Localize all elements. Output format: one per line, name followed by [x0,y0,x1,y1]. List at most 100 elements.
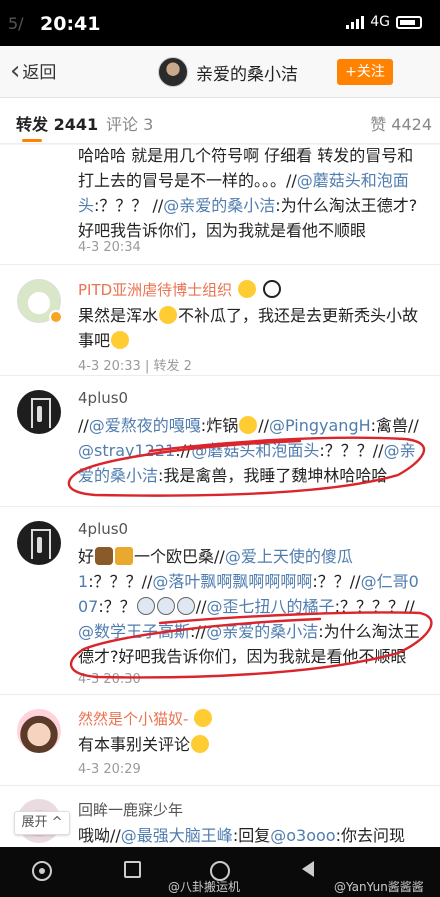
face-emoji-icon [136,597,155,615]
tab-repost-count: 2441 [53,115,99,134]
status-ghost-text: 5/ [8,14,24,33]
active-tab-indicator [22,139,42,142]
post-text: :炸锅 [200,416,239,435]
post-text: :你去问现 [335,826,405,845]
shock-emoji-icon [239,416,258,434]
username[interactable]: 然然是个小猫奴- [78,708,213,729]
post-text: :？？？// [319,441,384,460]
post-text: 哦呦// [78,826,121,845]
username[interactable]: 4plus0 [78,389,128,407]
tab-comment[interactable]: 评论 3 [106,111,153,135]
grin-emoji-icon [191,735,210,753]
post-body: 好一个欧巴桑//@爱上天使的傻瓜1:？？？//@落叶飘啊飘啊啊啊啊:？？//@仁… [78,544,426,669]
laugh-emoji-icon [159,306,178,324]
avatar[interactable] [17,521,61,565]
post-text: // [78,416,89,435]
status-time: 20:41 [40,13,101,35]
unfold-label: 展开 [21,815,48,830]
list-item: PITD亚洲虐待博士组织 果然是浑水 不补瓜了，我还是去更新秃头小故事吧 4-3 … [0,266,440,376]
assistant-icon[interactable] [32,861,52,881]
beer-emoji-icon [115,547,134,565]
tab-bar: 转发 2441 评论 3 赞 4424 [0,98,440,144]
username[interactable]: 回眸一鹿寐少年 [78,799,183,820]
avatar[interactable] [17,390,61,434]
follow-button[interactable]: +关注 [337,59,393,85]
mention-link[interactable]: @PingyangH [269,416,371,435]
tab-like[interactable]: 赞 4424 [370,111,432,135]
avatar[interactable] [158,57,188,87]
verified-badge-icon [49,310,63,324]
back-button[interactable]: ‹ 返回 [10,55,57,86]
mention-link[interactable]: @歪七扭八的橘子 [207,597,335,616]
post-body: 哦呦//@最强大脑王峰:回复@o3ooo:你去问现 [78,823,426,847]
mention-link[interactable]: @蘑菇头和泡面头 [191,441,319,460]
post-text: 一个欧巴桑// [134,547,225,566]
battery-icon [396,15,422,29]
post-text: :// [175,441,192,460]
post-meta: 4-3 20:29 [78,762,141,777]
post-body: 哈哈哈 就是用几个符号啊 仔细看 转发的冒号和打上去的冒号是不一样的。。。//@… [78,145,426,243]
tab-repost-label: 转发 [16,115,49,134]
mention-link[interactable]: @stray1221 [78,441,175,460]
mention-link[interactable]: @亲爱的桑小洁 [206,622,318,641]
post-text: :禽兽// [370,416,419,435]
watermark-left: @八卦搬运机 [168,880,241,894]
username-text: 然然是个小猫奴- [78,710,189,728]
chevron-left-icon: ‹ [10,55,21,86]
username[interactable]: PITD亚洲虐待博士组织 [78,279,282,300]
post-text: :？？ [98,597,136,616]
nav-profile[interactable]: 亲爱的桑小洁 [158,57,298,87]
post-text: :// [190,622,207,641]
face-emoji-icon [176,597,195,615]
mention-link[interactable]: @落叶飘啊飘啊啊啊啊 [152,572,312,591]
post-text: :我是禽兽，我睡了魏坤林哈哈哈 [158,466,388,485]
post-body: 有本事别关评论 [78,732,426,757]
emoji-icon [237,280,256,298]
avatar[interactable] [17,709,61,753]
post-body: 果然是浑水 不补瓜了，我还是去更新秃头小故事吧 [78,303,426,353]
username-text: PITD亚洲虐待博士组织 [78,281,233,299]
status-icons: 4G [346,14,422,30]
post-body: //@爱熬夜的嘎嘎:炸锅//@PingyangH:禽兽//@stray1221:… [78,413,426,488]
post-text: :？？// [312,572,361,591]
post-text: 有本事别关评论 [78,735,191,754]
recents-icon[interactable] [124,861,141,878]
post-text: // [195,597,207,616]
status-bar: 5/ 20:41 4G [0,0,440,46]
emoji-icon [194,709,213,727]
post-text: :回复 [232,826,271,845]
watermark-right: @YanYun酱酱酱 [334,880,424,894]
mention-link[interactable]: @数学王子高斯 [78,622,190,641]
post-text: :？？？// [88,572,153,591]
list-item: 哈哈哈 就是用几个符号啊 仔细看 转发的冒号和打上去的冒号是不一样的。。。//@… [0,145,440,265]
cow-emoji-icon [95,547,114,565]
post-meta: 4-3 20:34 [78,240,141,255]
screen: 5/ 20:41 4G ‹ 返回 亲爱的桑小洁 +关注 转发 2441 评论 3… [0,0,440,897]
post-meta: 4-3 20:30 [78,672,141,687]
tab-repost[interactable]: 转发 2441 [16,111,98,135]
mention-link[interactable]: @o3ooo [270,826,335,845]
post-text: 果然是浑水 [78,306,159,325]
list-item: 然然是个小猫奴- 有本事别关评论 4-3 20:29 [0,696,440,786]
list-item: 4plus0 //@爱熬夜的嘎嘎:炸锅//@PingyangH:禽兽//@str… [0,377,440,507]
mention-link[interactable]: @最强大脑王峰 [121,826,233,845]
repost-list[interactable]: 哈哈哈 就是用几个符号啊 仔细看 转发的冒号和打上去的冒号是不一样的。。。//@… [0,145,440,847]
mention-link[interactable]: @爱熬夜的嘎嘎 [89,416,201,435]
unfold-button[interactable]: 展开 ^ [14,811,70,835]
post-text: // [258,416,269,435]
signal-icon [346,15,365,29]
post-text: :？？？？// [334,597,415,616]
face-emoji-icon [156,597,175,615]
list-item: 4plus0 好一个欧巴桑//@爱上天使的傻瓜1:？？？//@落叶飘啊飘啊啊啊啊… [0,508,440,695]
laugh-emoji-icon [111,331,130,349]
back-label: 返回 [22,63,57,83]
page-title: 亲爱的桑小洁 [196,64,298,85]
panda-icon [262,280,281,298]
back-icon[interactable] [302,861,314,877]
nav-bar: ‹ 返回 亲爱的桑小洁 +关注 [0,46,440,98]
mention-link[interactable]: @亲爱的桑小洁 [163,196,275,215]
post-text: 好 [78,547,95,566]
post-text: :？？？ // [94,196,164,215]
post-meta: 4-3 20:33 | 转发 2 [78,359,192,374]
username[interactable]: 4plus0 [78,520,128,538]
